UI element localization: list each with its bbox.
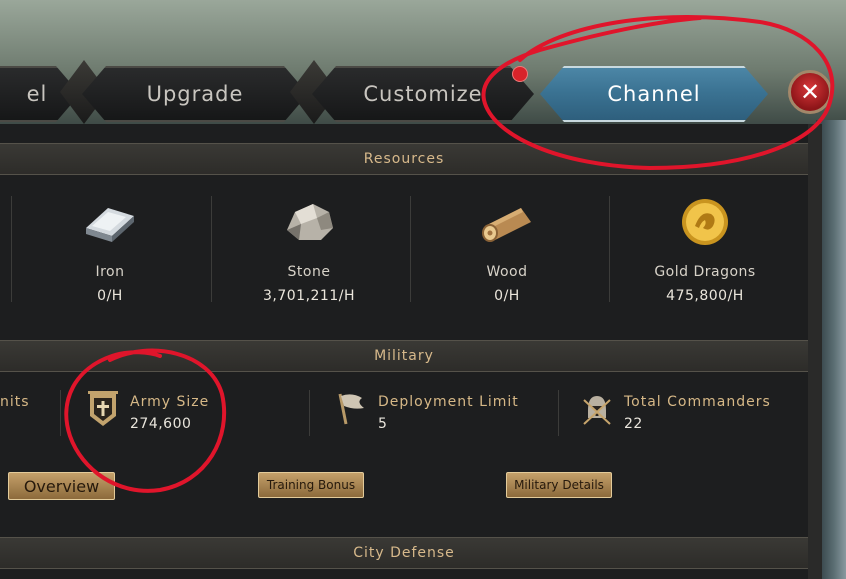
military-details-button[interactable]: Military Details bbox=[506, 472, 612, 498]
section-title: Military bbox=[374, 348, 434, 364]
flag-icon bbox=[338, 393, 364, 425]
army-size-text: Army Size 274,600 bbox=[130, 394, 209, 432]
commander-helmet-icon bbox=[583, 396, 611, 425]
military-units-partial: nits bbox=[0, 394, 30, 410]
total-commanders-label: Total Commanders bbox=[624, 394, 771, 410]
army-banner-icon bbox=[88, 391, 118, 426]
overview-button[interactable]: Overview bbox=[8, 472, 115, 500]
tab-label: Channel bbox=[607, 82, 701, 106]
resource-rate: 3,701,211/H bbox=[263, 288, 355, 304]
button-label: Overview bbox=[23, 476, 100, 496]
tab-bar: el Upgrade Customize Channel bbox=[0, 60, 846, 124]
divider bbox=[309, 390, 310, 436]
army-size-label: Army Size bbox=[130, 394, 210, 410]
deployment-limit-value: 5 bbox=[378, 416, 388, 432]
resource-name: Stone bbox=[287, 264, 331, 280]
resource-name: Gold Dragons bbox=[654, 264, 756, 280]
tab-label: el bbox=[26, 82, 48, 106]
resource-rate: 0/H bbox=[494, 288, 520, 304]
section-title: Resources bbox=[363, 151, 445, 167]
tab-upgrade[interactable]: Upgrade bbox=[82, 66, 308, 122]
stone-icon bbox=[287, 204, 333, 240]
deployment-limit-label: Deployment Limit bbox=[378, 394, 519, 410]
section-header-military: Military bbox=[0, 340, 808, 372]
resource-rate: 475,800/H bbox=[666, 288, 744, 304]
military-army-size: Army Size 274,600 bbox=[86, 388, 209, 432]
army-size-value: 274,600 bbox=[130, 416, 192, 432]
resource-wood: Wood 0/H bbox=[408, 196, 606, 306]
button-label: Training Bonus bbox=[266, 478, 356, 492]
button-label: Military Details bbox=[514, 478, 604, 492]
military-units-label: nits bbox=[0, 394, 30, 410]
deployment-limit-text: Deployment Limit 5 bbox=[378, 394, 519, 432]
notification-dot bbox=[512, 66, 528, 82]
close-button[interactable]: ✕ bbox=[788, 70, 832, 114]
divider bbox=[60, 390, 61, 436]
tab-customize[interactable]: Customize bbox=[312, 66, 534, 122]
resource-rate: 0/H bbox=[97, 288, 123, 304]
tab-channel[interactable]: Channel bbox=[540, 66, 768, 122]
resource-stone: Stone 3,701,211/H bbox=[210, 196, 408, 306]
resource-name: Iron bbox=[95, 264, 125, 280]
military-deployment-limit: Deployment Limit 5 bbox=[332, 388, 519, 432]
section-header-city-defense: City Defense bbox=[0, 537, 808, 569]
resource-name: Wood bbox=[486, 264, 528, 280]
wood-log-icon bbox=[482, 208, 531, 242]
training-bonus-button[interactable]: Training Bonus bbox=[258, 472, 364, 498]
iron-ingot-icon bbox=[86, 208, 134, 242]
total-commanders-value: 22 bbox=[624, 416, 643, 432]
resource-gold-dragons: Gold Dragons 475,800/H bbox=[606, 196, 804, 306]
gold-dragon-coin-icon bbox=[682, 199, 728, 245]
section-title: City Defense bbox=[353, 545, 455, 561]
close-icon: ✕ bbox=[799, 78, 821, 106]
military-total-commanders: Total Commanders 22 bbox=[580, 388, 771, 432]
section-header-resources: Resources bbox=[0, 143, 808, 175]
total-commanders-text: Total Commanders 22 bbox=[624, 394, 771, 432]
resource-iron: Iron 0/H bbox=[11, 196, 209, 306]
tab-label: Upgrade bbox=[146, 82, 244, 106]
tab-label: Customize bbox=[363, 82, 483, 106]
divider bbox=[558, 390, 559, 436]
